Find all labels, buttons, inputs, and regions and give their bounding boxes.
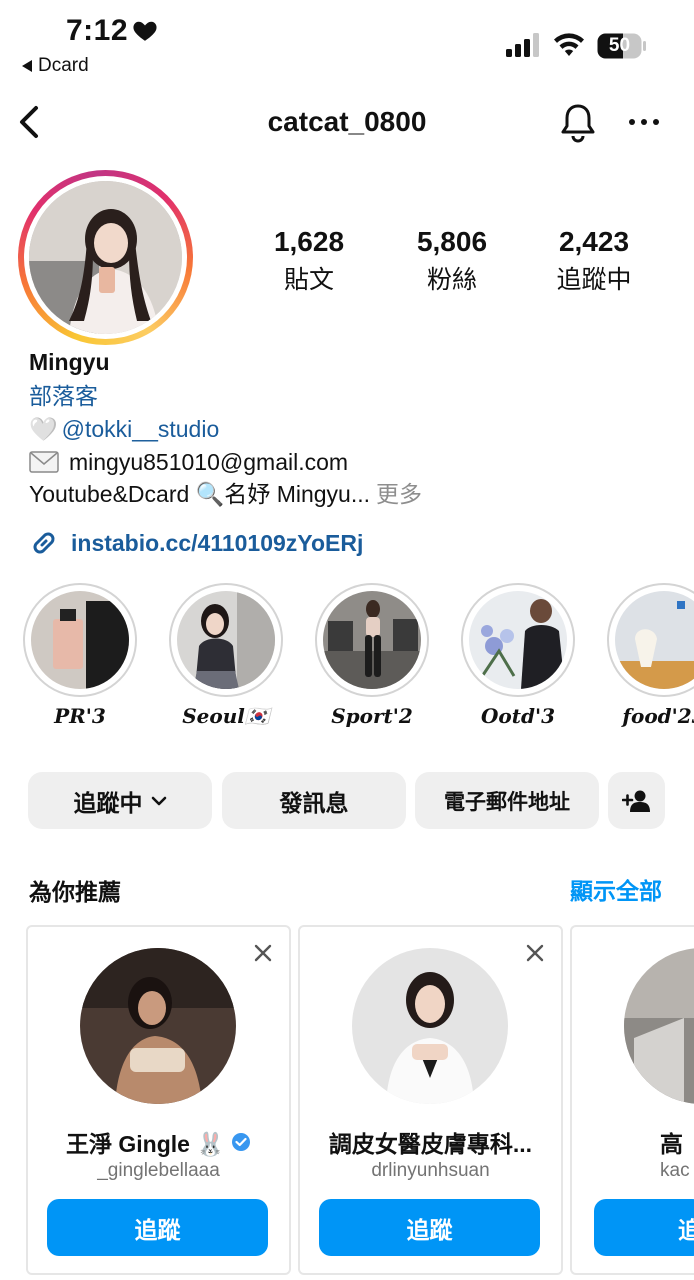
tagged-account-link[interactable]: @tokki__studio — [62, 413, 220, 445]
suggestion-avatar[interactable] — [624, 948, 694, 1104]
highlight-label: Ootd'3 — [480, 704, 556, 728]
followers-count[interactable]: 5,806 粉絲 — [392, 226, 512, 296]
suggestion-handle: _ginglebellaaa — [97, 1160, 220, 1181]
suggestion-handle: kac — [660, 1160, 690, 1181]
add-person-icon — [621, 790, 650, 812]
highlight-label: Sport'2 — [331, 704, 413, 728]
chevron-down-icon — [151, 796, 166, 805]
highlight-label: PR'3 — [54, 704, 106, 728]
back-to-app-link[interactable]: Dcard — [22, 55, 89, 77]
following-count[interactable]: 2,423 追蹤中 — [534, 226, 654, 296]
bio-tag-line: 🤍 @tokki__studio — [29, 413, 219, 445]
suggestion-name: 高 — [660, 1131, 683, 1157]
battery-level: 50 — [608, 35, 631, 56]
email-button[interactable]: 電子郵件地址 — [415, 772, 599, 829]
link-icon — [33, 532, 55, 554]
more-options-icon[interactable] — [626, 112, 662, 132]
highlight-label: food'23 — [622, 704, 694, 728]
highlight-cover — [469, 591, 567, 689]
bio-more-link[interactable]: 更多 — [376, 478, 422, 510]
email-button-label: 電子郵件地址 — [444, 790, 570, 814]
suggest-people-button[interactable] — [608, 772, 665, 829]
bio-description-line: Youtube&Dcard 🔍名妤 Mingyu... 更多 — [29, 478, 422, 510]
profile-avatar[interactable] — [18, 170, 193, 345]
following-dropdown-button[interactable]: 追蹤中 — [28, 772, 212, 829]
white-heart-icon: 🤍 — [29, 416, 58, 442]
highlight-cover — [177, 591, 275, 689]
close-icon[interactable] — [253, 943, 273, 963]
avatar-photo — [29, 181, 182, 334]
profile-display-name: Mingyu — [29, 349, 110, 375]
message-button[interactable]: 發訊息 — [222, 772, 406, 829]
follow-button[interactable]: 追蹤 — [47, 1199, 268, 1256]
bio-link-text: instabio.cc/4110109zYoERj — [71, 530, 364, 556]
bio-external-link[interactable]: instabio.cc/4110109zYoERj — [29, 527, 363, 559]
suggestions-title: 為你推薦 — [29, 879, 121, 905]
highlight-cover — [323, 591, 421, 689]
battery-indicator: 50 — [597, 33, 647, 59]
suggestion-card[interactable]: 王淨 Gingle 🐰 _ginglebellaaa 追蹤 — [26, 925, 291, 1275]
suggestion-name-row: 王淨 Gingle 🐰 — [28, 1125, 289, 1159]
back-triangle-icon — [22, 60, 32, 72]
suggestion-name-row: 高 — [660, 1125, 683, 1159]
posts-count[interactable]: 1,628 貼文 — [249, 226, 369, 296]
suggestion-avatar[interactable] — [352, 948, 508, 1104]
highlight-label: Seoul🇰🇷 — [182, 704, 270, 728]
suggestion-avatar[interactable] — [80, 948, 236, 1104]
follow-button[interactable]: 追蹤 — [319, 1199, 540, 1256]
suggestion-name: 王淨 Gingle 🐰 — [66, 1131, 225, 1157]
posts-value: 1,628 — [273, 226, 345, 257]
close-icon[interactable] — [525, 943, 545, 963]
notification-bell-icon[interactable] — [557, 102, 599, 144]
followers-value: 5,806 — [416, 226, 488, 257]
suggestion-handle: drlinyunhsuan — [371, 1160, 490, 1181]
suggestion-card[interactable]: 調皮女醫皮膚專科... drlinyunhsuan 追蹤 — [298, 925, 563, 1275]
verified-badge-icon — [231, 1133, 250, 1151]
bio-description: Youtube&Dcard 🔍名妤 Mingyu... — [29, 481, 371, 507]
back-app-label: Dcard — [38, 55, 89, 76]
highlight-cover — [31, 591, 129, 689]
following-button-label: 追蹤中 — [73, 789, 143, 816]
bio-email: mingyu851010@gmail.com — [69, 449, 349, 475]
posts-label: 貼文 — [283, 266, 334, 294]
message-button-label: 發訊息 — [279, 789, 349, 816]
wifi-icon — [554, 33, 584, 56]
profile-category: 部落客 — [29, 383, 98, 409]
follow-button[interactable]: 追 — [594, 1199, 694, 1256]
suggestion-card[interactable]: 高 kac 追 — [570, 925, 694, 1275]
status-time: 7:12 — [66, 14, 129, 47]
heart-icon — [133, 21, 157, 41]
envelope-icon — [29, 451, 59, 473]
bio-email-line: mingyu851010@gmail.com — [29, 446, 348, 478]
suggestion-name-row: 調皮女醫皮膚專科... — [300, 1125, 561, 1159]
see-all-link[interactable]: 顯示全部 — [570, 872, 662, 906]
suggestion-name: 調皮女醫皮膚專科... — [328, 1131, 533, 1157]
signal-icon — [506, 33, 539, 57]
followers-label: 粉絲 — [426, 266, 477, 294]
following-value: 2,423 — [558, 226, 630, 257]
following-label: 追蹤中 — [556, 266, 632, 294]
